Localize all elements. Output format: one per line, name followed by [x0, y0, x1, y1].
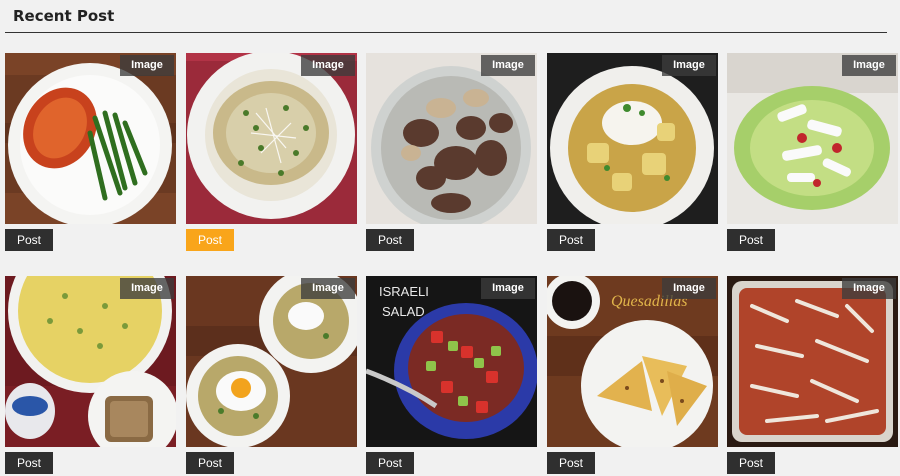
- post-thumbnail[interactable]: Image: [5, 276, 176, 447]
- image-badge: Image: [842, 55, 896, 76]
- jar-photo: [366, 53, 537, 224]
- post-thumbnail[interactable]: Image: [186, 53, 357, 224]
- post-button[interactable]: Post: [366, 229, 414, 251]
- quesadillas-photo: Quesadillas: [547, 276, 718, 447]
- photo-text-line-2: SALAD: [382, 304, 425, 319]
- salad-photo: [727, 53, 898, 224]
- image-badge: Image: [662, 55, 716, 76]
- section-header: Recent Post: [5, 0, 887, 33]
- image-badge: Image: [481, 55, 535, 76]
- post-card: Quesadillas Image Post: [547, 276, 718, 476]
- post-card: Image Post: [547, 53, 718, 253]
- post-button[interactable]: Post: [5, 229, 53, 251]
- post-button[interactable]: Post: [727, 229, 775, 251]
- post-button[interactable]: Post: [186, 452, 234, 474]
- post-thumbnail[interactable]: Image: [727, 276, 898, 447]
- post-button[interactable]: Post: [547, 452, 595, 474]
- casserole-photo: [727, 276, 898, 447]
- image-badge: Image: [481, 278, 535, 299]
- post-card: Image Post: [186, 53, 357, 253]
- frittata-photo: [5, 276, 176, 447]
- photo-text-line-1: ISRAELI: [379, 284, 429, 299]
- post-button[interactable]: Post: [547, 229, 595, 251]
- post-card: Image Post: [186, 276, 357, 476]
- post-card: Image Post: [5, 276, 176, 476]
- section-title: Recent Post: [13, 7, 115, 25]
- egg-bowls-photo: [186, 276, 357, 447]
- post-button[interactable]: Post: [366, 452, 414, 474]
- post-card: Image Post: [5, 53, 176, 253]
- post-button[interactable]: Post: [727, 452, 775, 474]
- post-thumbnail[interactable]: Image: [727, 53, 898, 224]
- post-button[interactable]: Post: [186, 229, 234, 251]
- image-badge: Image: [120, 55, 174, 76]
- spaghetti-photo: [5, 53, 176, 224]
- post-button[interactable]: Post: [5, 452, 53, 474]
- post-thumbnail[interactable]: Image: [5, 53, 176, 224]
- image-badge: Image: [120, 278, 174, 299]
- post-thumbnail[interactable]: Image: [547, 53, 718, 224]
- post-thumbnail[interactable]: Quesadillas Image: [547, 276, 718, 447]
- image-badge: Image: [662, 278, 716, 299]
- post-thumbnail[interactable]: Image: [186, 276, 357, 447]
- post-card: ISRAELI SALAD Image Post: [366, 276, 537, 476]
- image-badge: Image: [301, 278, 355, 299]
- post-thumbnail[interactable]: ISRAELI SALAD Image: [366, 276, 537, 447]
- image-badge: Image: [301, 55, 355, 76]
- israeli-salad-photo: ISRAELI SALAD: [366, 276, 537, 447]
- post-card: Image Post: [727, 53, 898, 253]
- recent-post-grid: Image Post Image Post Image Post Image P…: [5, 53, 900, 474]
- image-badge: Image: [842, 278, 896, 299]
- pasta-photo: [186, 53, 357, 224]
- post-card: Image Post: [366, 53, 537, 253]
- post-thumbnail[interactable]: Image: [366, 53, 537, 224]
- curry-photo: [547, 53, 718, 224]
- post-card: Image Post: [727, 276, 898, 476]
